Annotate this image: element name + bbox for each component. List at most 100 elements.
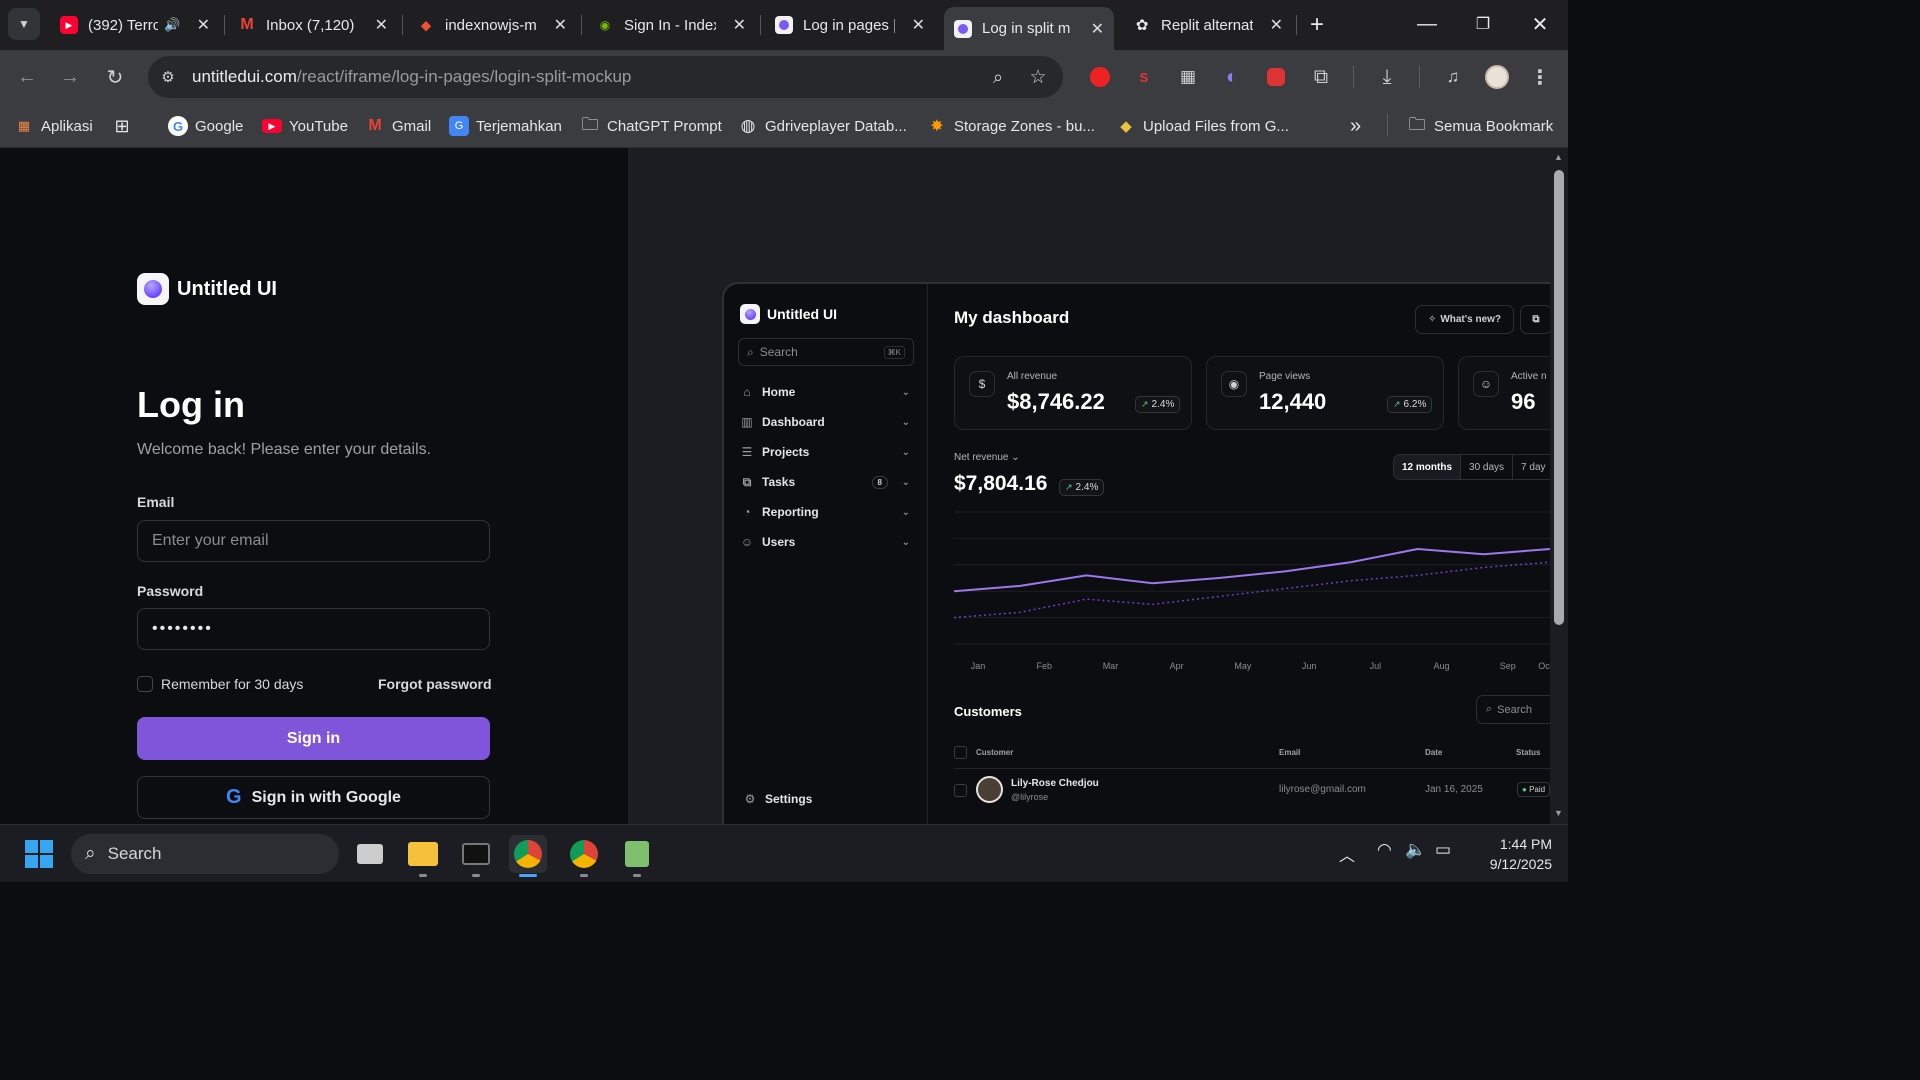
adblock-extension-icon[interactable] xyxy=(1086,63,1114,91)
sidebar-search-input[interactable]: ⌕ Search ⌘K xyxy=(738,338,914,366)
tab-title: (392) Terro xyxy=(88,16,158,34)
new-tab-button[interactable]: + xyxy=(1303,11,1331,39)
tab-7-days[interactable]: 7 day xyxy=(1513,455,1550,479)
zoom-icon[interactable]: ⌕ xyxy=(984,63,1012,91)
minimize-button[interactable]: — xyxy=(1413,10,1441,38)
sidebar-item-dashboard[interactable]: ▥ Dashboard ⌄ xyxy=(740,411,910,433)
bookmark-grid[interactable]: ⊞ xyxy=(112,114,139,138)
bookmark-storage[interactable]: ✸ Storage Zones - bu... xyxy=(927,114,1095,138)
scroll-up-arrow[interactable]: ▲ xyxy=(1554,152,1563,162)
extensions-puzzle-icon[interactable]: ⧉ xyxy=(1307,63,1335,91)
sidebar-item-home[interactable]: ⌂ Home ⌄ xyxy=(740,381,910,403)
column-status[interactable]: Status xyxy=(1516,748,1540,757)
chrome-icon[interactable] xyxy=(565,835,603,877)
bookmark-upload[interactable]: ◆ Upload Files from G... xyxy=(1116,114,1289,138)
forgot-password-link[interactable]: Forgot password xyxy=(378,676,492,692)
forward-button[interactable]: → xyxy=(56,63,84,91)
media-control-icon[interactable]: ♫ xyxy=(1439,63,1467,91)
site-info-icon[interactable]: ⚙ xyxy=(154,63,182,91)
tab-gmail[interactable]: M Inbox (7,120) - ✕ xyxy=(228,7,398,43)
scroll-down-arrow[interactable]: ▼ xyxy=(1554,808,1563,818)
restore-button[interactable]: ❐ xyxy=(1469,10,1497,38)
sidebar-item-tasks[interactable]: ⧉ Tasks 8 ⌄ xyxy=(740,471,910,493)
ai-extension-icon[interactable]: ◐ xyxy=(1218,63,1246,91)
volume-icon[interactable]: 🔈 xyxy=(1405,840,1426,860)
close-icon[interactable]: ✕ xyxy=(912,15,925,35)
tab-replit[interactable]: ✿ Replit alternat ✕ xyxy=(1123,7,1293,43)
clock[interactable]: 1:44 PM 9/12/2025 xyxy=(1470,834,1552,874)
scroll-thumb[interactable] xyxy=(1554,170,1564,625)
all-bookmarks[interactable]: 🗀 Semua Bookmark xyxy=(1407,114,1554,138)
remember-checkbox[interactable] xyxy=(137,676,153,692)
net-revenue-dropdown[interactable]: Net revenue ⌄ xyxy=(954,452,1020,463)
wifi-icon[interactable]: ◠ xyxy=(1377,840,1392,860)
bookmark-apps[interactable]: ▦ Aplikasi xyxy=(14,114,93,138)
tab-login-split[interactable]: Log in split m ✕ xyxy=(944,7,1114,50)
sidebar-item-settings[interactable]: ⚙ Settings xyxy=(743,788,913,810)
profile-avatar[interactable] xyxy=(1483,63,1511,91)
select-all-checkbox[interactable] xyxy=(954,746,967,759)
bookmark-gdriveplayer[interactable]: ◍ Gdriveplayer Datab... xyxy=(738,114,907,138)
close-icon[interactable]: ✕ xyxy=(197,15,210,35)
bookmark-label: Google xyxy=(195,117,244,135)
customers-search-input[interactable]: ⌕ Search xyxy=(1476,695,1550,724)
bookmark-gmail[interactable]: M Gmail xyxy=(365,114,431,138)
more-bookmarks-button[interactable]: » xyxy=(1350,114,1361,138)
tab-30-days[interactable]: 30 days xyxy=(1461,455,1514,479)
tab-search-button[interactable]: ▼ xyxy=(8,8,40,40)
close-icon[interactable]: ✕ xyxy=(733,15,746,35)
chevron-up-icon[interactable]: ︿ xyxy=(1339,842,1355,866)
security-extension-icon[interactable] xyxy=(1262,63,1290,91)
sidebar-item-projects[interactable]: ☰ Projects ⌄ xyxy=(740,441,910,463)
file-explorer-icon[interactable] xyxy=(404,835,442,877)
close-icon[interactable]: ✕ xyxy=(375,15,388,35)
tab-youtube[interactable]: ▶ (392) Terro 🔊 ✕ xyxy=(50,7,220,43)
tab-signin[interactable]: ◉ Sign In - Index ✕ xyxy=(586,7,756,43)
row-checkbox[interactable] xyxy=(954,784,967,797)
download-icon[interactable]: ⤓ xyxy=(1373,63,1401,91)
bookmark-chatgpt[interactable]: 🗀 ChatGPT Prompt xyxy=(580,114,722,138)
task-view-icon[interactable] xyxy=(351,835,389,873)
sidebar-item-users[interactable]: ☺ Users ⌄ xyxy=(740,531,910,553)
speaker-icon[interactable]: 🔊 xyxy=(164,17,180,33)
close-window-button[interactable]: ✕ xyxy=(1526,10,1554,38)
address-bar[interactable]: ⚙ untitledui.com/react/iframe/log-in-pag… xyxy=(148,56,1063,98)
chrome-profile-icon[interactable] xyxy=(509,835,547,877)
page-scrollbar[interactable]: ▲ ▼ xyxy=(1550,148,1568,824)
openai-icon: ✿ xyxy=(1135,17,1149,34)
reload-button[interactable]: ↻ xyxy=(101,63,129,91)
remember-label[interactable]: Remember for 30 days xyxy=(161,676,303,692)
tab-indexnow[interactable]: ⬥ indexnowjs-m ✕ xyxy=(407,7,577,43)
password-field[interactable]: •••••••• xyxy=(137,608,490,650)
whats-new-button[interactable]: ✧ What's new? xyxy=(1415,305,1514,334)
sidebar-item-reporting[interactable]: ◔ Reporting ⌄ xyxy=(740,501,910,523)
column-email[interactable]: Email xyxy=(1279,748,1300,757)
bookmark-translate[interactable]: G Terjemahkan xyxy=(449,114,562,138)
windows-start-button[interactable] xyxy=(20,835,58,873)
google-sign-in-button[interactable]: G Sign in with Google xyxy=(137,776,490,819)
close-icon[interactable]: ✕ xyxy=(1091,19,1104,39)
sign-in-button[interactable]: Sign in xyxy=(137,717,490,760)
seo-extension-icon[interactable]: S xyxy=(1130,63,1158,91)
taskbar-search-box[interactable]: ⌕ Search xyxy=(71,834,339,874)
close-icon[interactable]: ✕ xyxy=(554,15,567,35)
close-icon[interactable]: ✕ xyxy=(1270,15,1283,35)
column-date[interactable]: Date xyxy=(1425,748,1442,757)
table-row[interactable]: Lily-Rose Chedjou @lilyrose lilyrose@gma… xyxy=(954,772,1550,814)
qr-extension-icon[interactable]: ▦ xyxy=(1174,63,1202,91)
copy-button[interactable]: ⧉ xyxy=(1520,305,1550,334)
browser-menu-icon[interactable]: ⋮ xyxy=(1526,63,1554,91)
back-button[interactable]: ← xyxy=(13,63,41,91)
tab-strip: ▼ ▶ (392) Terro 🔊 ✕ M Inbox (7,120) - ✕ … xyxy=(0,0,1568,50)
tab-title: Inbox (7,120) - xyxy=(266,16,358,34)
bookmark-youtube[interactable]: ▶ YouTube xyxy=(262,114,348,138)
bookmark-google[interactable]: G Google xyxy=(168,114,243,138)
tab-login-pages[interactable]: Log in pages | ✕ xyxy=(765,7,935,43)
terminal-icon[interactable] xyxy=(457,835,495,877)
email-field[interactable]: Enter your email xyxy=(137,520,490,562)
column-customer[interactable]: Customer xyxy=(976,748,1013,757)
bookmark-star-icon[interactable]: ☆ xyxy=(1024,63,1052,91)
notepad-icon[interactable] xyxy=(618,835,656,877)
battery-icon[interactable]: ▭ xyxy=(1435,840,1451,860)
tab-12-months[interactable]: 12 months xyxy=(1394,455,1462,479)
